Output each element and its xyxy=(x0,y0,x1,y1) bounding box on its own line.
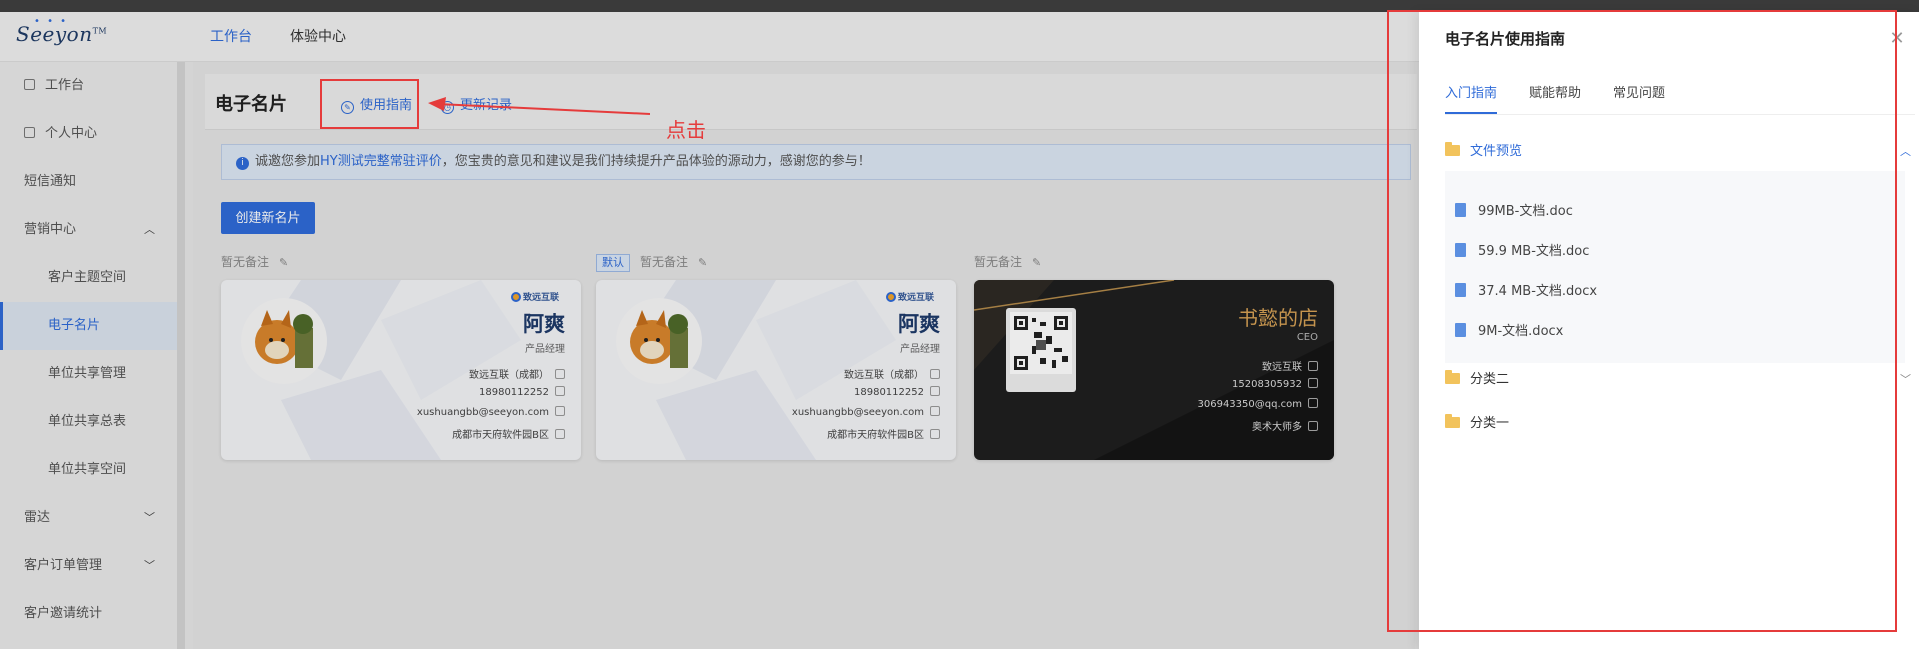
chevron-down-icon: ﹀ xyxy=(1900,373,1911,386)
annotation-arrow-icon xyxy=(428,97,650,115)
annotation-drawer-frame xyxy=(1387,10,1897,632)
chevron-up-icon: ︿ xyxy=(1900,145,1911,158)
annotation-highlight-box xyxy=(320,79,419,129)
annotation-click-label: 点击 xyxy=(666,118,706,142)
modal-overlay[interactable] xyxy=(0,12,1419,649)
